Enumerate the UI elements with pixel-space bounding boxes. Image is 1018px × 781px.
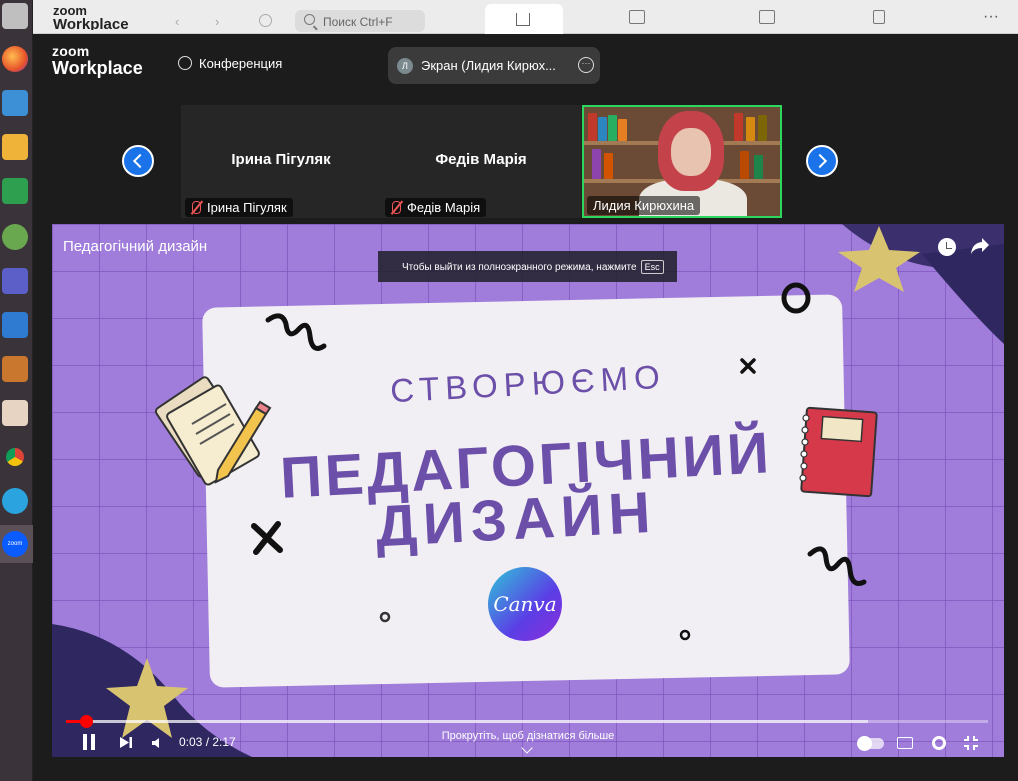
share-icon[interactable] [970,237,990,255]
circle-doodle-icon [781,282,811,314]
participant-tile[interactable]: Федів Марія Федів Марія [381,105,581,218]
scribble-icon [807,546,867,586]
next-participants-button[interactable] [806,145,838,177]
participants-strip: Ірина Пігуляк Ірина Пігуляк Федів Марія … [33,104,1018,219]
participant-tag: Лидия Кирюхина [587,196,701,215]
exit-fullscreen-button[interactable] [964,736,978,750]
star-top-right [838,226,920,292]
firefox-icon[interactable] [2,46,28,72]
previous-participants-button[interactable] [122,145,154,177]
participant-name: Федів Марія [435,151,527,168]
autoplay-toggle[interactable] [857,736,884,751]
zoom-icon[interactable]: zoom [2,531,28,557]
presentation-icon[interactable] [2,134,28,160]
notebook-icon [799,406,878,498]
fullscreen-exit-notice: Чтобы выйти из полноэкранного режима, на… [378,251,677,282]
scribble-icon [265,313,327,351]
forward-arrow-icon[interactable]: › [215,14,219,29]
globe-app-icon[interactable] [2,224,28,250]
ring-doodle-icon [679,629,691,641]
video-title[interactable]: Педагогічний дизайн [63,238,207,255]
participant-name: Ірина Пігуляк [231,151,331,168]
notes-tab-icon[interactable] [873,10,885,24]
writer-icon[interactable] [2,312,28,338]
progress-buffer [66,720,869,723]
meeting-toolbar [33,757,1018,781]
subtitles-button[interactable] [897,737,913,749]
screen-share-indicator[interactable]: Л Экран (Лидия Кирюх... ··· [388,47,600,84]
file-manager-icon[interactable] [2,3,28,29]
zoom-meeting-window: zoom Workplace Конференция Л Экран (Лиди… [33,34,1018,781]
search-icon [304,14,315,25]
participant-tag: Ірина Пігуляк [185,198,293,217]
tab-home[interactable] [485,4,563,34]
teams-icon[interactable] [2,268,28,294]
settings-gear-icon[interactable] [932,736,946,750]
telegram-icon[interactable] [2,488,28,514]
outer-logo: zoom Workplace [53,3,129,31]
meeting-header: zoom Workplace Конференция Л Экран (Лиди… [33,34,1018,100]
home-icon [516,13,530,26]
ring-doodle-icon [379,611,391,623]
media-app-icon[interactable] [2,356,28,382]
conference-menu[interactable]: Конференция [178,56,282,71]
muted-mic-icon [392,201,401,214]
notes-icon[interactable] [2,400,28,426]
outer-search-box[interactable]: Поиск Ctrl+F [295,10,425,32]
chrome-icon[interactable] [2,444,28,470]
os-taskbar: zoom [0,0,33,781]
back-arrow-icon[interactable]: ‹ [175,14,179,29]
history-icon[interactable] [259,14,272,27]
more-options-icon[interactable]: ··· [578,57,594,73]
chat-icon[interactable] [629,10,645,24]
document-viewer-icon[interactable] [2,90,28,116]
spreadsheet-icon[interactable] [2,178,28,204]
participant-tile[interactable]: Ірина Пігуляк Ірина Пігуляк [181,105,381,218]
screen-icon[interactable] [759,10,775,24]
muted-mic-icon [192,201,201,214]
outer-window-titlebar: zoom Workplace ‹ › Поиск Ctrl+F ··· [33,0,1018,34]
shared-screen[interactable]: Педагогічний дизайн Чтобы выйти из полно… [52,224,1004,757]
participant-tag: Федів Марія [385,198,487,217]
esc-key: Esc [640,260,664,274]
conference-icon [178,56,192,70]
player-controls: 0:03 / 2:17 Прокрутіть, щоб дізнатися бі… [52,710,1004,757]
more-icon[interactable]: ··· [983,8,999,26]
progress-thumb[interactable] [80,715,94,728]
progress-bar[interactable] [66,715,988,728]
share-label: Экран (Лидия Кирюх... [421,58,556,73]
canva-logo: Canva [488,567,562,641]
participant-video-tile[interactable]: Лидия Кирюхина [582,105,782,218]
avatar: Л [397,58,413,74]
speaker-face [658,111,724,191]
zoom-logo: zoom Workplace [52,43,143,78]
chevron-down-icon[interactable] [521,742,533,754]
watch-later-icon[interactable] [938,238,956,256]
